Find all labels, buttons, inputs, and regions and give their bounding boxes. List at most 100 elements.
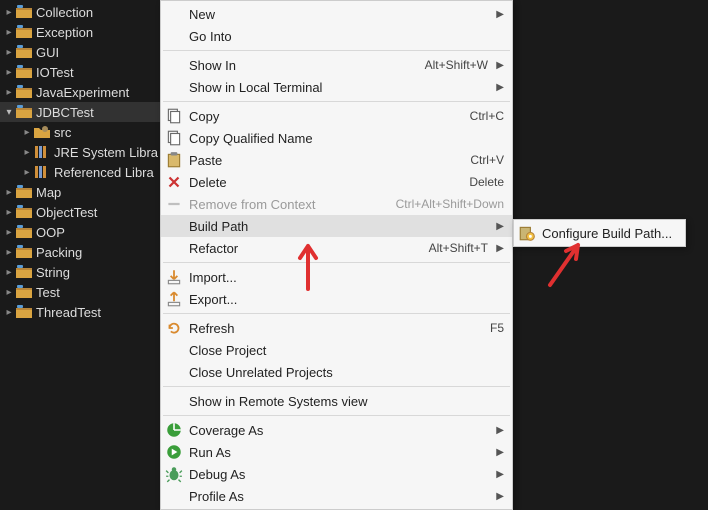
expand-arrow-icon[interactable] [2,105,16,119]
menu-item-label: Debug As [189,467,488,482]
expand-arrow-icon[interactable] [20,165,34,179]
blank-icon [165,364,183,380]
menu-item-export[interactable]: Export... [161,288,512,310]
menu-item-label: Close Unrelated Projects [189,365,504,380]
expand-arrow-icon[interactable] [20,125,34,139]
menu-item-build-path[interactable]: Build Path▶ [161,215,512,237]
tree-item-label: Packing [36,245,82,260]
expand-arrow-icon[interactable] [2,85,16,99]
submenu-arrow-icon: ▶ [494,243,504,254]
menu-item-label: Show in Remote Systems view [189,394,504,409]
menu-item-label: Coverage As [189,423,488,438]
tree-item-exception[interactable]: Exception [0,22,165,42]
menu-item-run-as[interactable]: Run As▶ [161,441,512,463]
copy-icon [165,108,183,124]
tree-item-label: String [36,265,70,280]
project-icon [16,185,32,199]
submenu-arrow-icon: ▶ [494,60,504,71]
tree-item-iotest[interactable]: IOTest [0,62,165,82]
menu-item-new[interactable]: New▶ [161,3,512,25]
blank-icon [165,218,183,234]
menu-item-copy-qualified-name[interactable]: Copy Qualified Name [161,127,512,149]
menu-item-delete[interactable]: DeleteDelete [161,171,512,193]
library-icon [34,145,50,159]
tree-item-referenced-libra[interactable]: Referenced Libra [0,162,165,182]
project-explorer: CollectionExceptionGUI IOTest JavaExperime… [0,0,165,324]
menu-item-label: Remove from Context [189,197,388,212]
menu-item-show-in-local-terminal[interactable]: Show in Local Terminal▶ [161,76,512,98]
tree-item-label: JDBCTest [36,105,94,120]
expand-arrow-icon[interactable] [2,185,16,199]
tree-item-collection[interactable]: Collection [0,2,165,22]
import-icon [165,269,183,285]
tree-item-jdbctest[interactable]: JDBCTest [0,102,165,122]
tree-item-label: OOP [36,225,65,240]
tree-item-objecttest[interactable]: ObjectTest [0,202,165,222]
tree-item-jre-system-libra[interactable]: JRE System Libra [0,142,165,162]
project-icon [16,85,32,99]
menu-accelerator: Delete [469,175,504,189]
menu-item-go-into[interactable]: Go Into [161,25,512,47]
tree-item-map[interactable]: Map [0,182,165,202]
expand-arrow-icon[interactable] [2,5,16,19]
tree-item-label: IOTest [36,65,74,80]
expand-arrow-icon[interactable] [2,305,16,319]
tree-item-javaexperiment[interactable]: JavaExperiment [0,82,165,102]
menu-item-debug-as[interactable]: Debug As▶ [161,463,512,485]
expand-arrow-icon[interactable] [2,265,16,279]
expand-arrow-icon[interactable] [2,285,16,299]
expand-arrow-icon[interactable] [2,25,16,39]
menu-accelerator: F5 [490,321,504,335]
refresh-icon [165,320,183,336]
menu-accelerator: Ctrl+V [470,153,504,167]
submenu-item-label: Configure Build Path... [542,226,677,241]
tree-item-label: JRE System Libra [54,145,158,160]
paste-icon [165,152,183,168]
tree-item-packing[interactable]: Packing [0,242,165,262]
tree-item-test[interactable]: Test [0,282,165,302]
menu-item-copy[interactable]: CopyCtrl+C [161,105,512,127]
tree-item-label: ObjectTest [36,205,97,220]
delete-icon [165,174,183,190]
menu-separator [163,262,510,263]
menu-separator [163,386,510,387]
expand-arrow-icon[interactable] [20,145,34,159]
tree-item-label: Test [36,285,60,300]
menu-item-refactor[interactable]: RefactorAlt+Shift+T▶ [161,237,512,259]
menu-item-close-unrelated-projects[interactable]: Close Unrelated Projects [161,361,512,383]
menu-item-label: Show in Local Terminal [189,80,488,95]
context-menu: New▶Go IntoShow InAlt+Shift+W▶Show in Lo… [160,0,513,510]
menu-item-profile-as[interactable]: Profile As▶ [161,485,512,507]
tree-item-oop[interactable]: OOP [0,222,165,242]
menu-item-show-in-remote-systems-view[interactable]: Show in Remote Systems view [161,390,512,412]
menu-item-paste[interactable]: PasteCtrl+V [161,149,512,171]
expand-arrow-icon[interactable] [2,65,16,79]
menu-item-close-project[interactable]: Close Project [161,339,512,361]
expand-arrow-icon[interactable] [2,45,16,59]
menu-item-refresh[interactable]: RefreshF5 [161,317,512,339]
configure-icon [518,225,536,241]
expand-arrow-icon[interactable] [2,205,16,219]
tree-item-src[interactable]: src [0,122,165,142]
tree-item-gui[interactable]: GUI [0,42,165,62]
expand-arrow-icon[interactable] [2,245,16,259]
tree-item-threadtest[interactable]: ThreadTest [0,302,165,322]
menu-item-import[interactable]: Import... [161,266,512,288]
menu-item-label: Show In [189,58,417,73]
project-icon [16,205,32,219]
menu-separator [163,415,510,416]
menu-item-show-in[interactable]: Show InAlt+Shift+W▶ [161,54,512,76]
tree-item-string[interactable]: String [0,262,165,282]
project-icon [16,245,32,259]
submenu-item-configure-build-path[interactable]: Configure Build Path... [514,222,685,244]
project-icon [16,25,32,39]
menu-item-label: Profile As [189,489,488,504]
menu-item-label: Close Project [189,343,504,358]
menu-accelerator: Ctrl+C [470,109,504,123]
menu-item-label: New [189,7,488,22]
menu-separator [163,101,510,102]
project-icon [16,5,32,19]
expand-arrow-icon[interactable] [2,225,16,239]
menu-accelerator: Alt+Shift+T [429,241,488,255]
menu-item-coverage-as[interactable]: Coverage As▶ [161,419,512,441]
